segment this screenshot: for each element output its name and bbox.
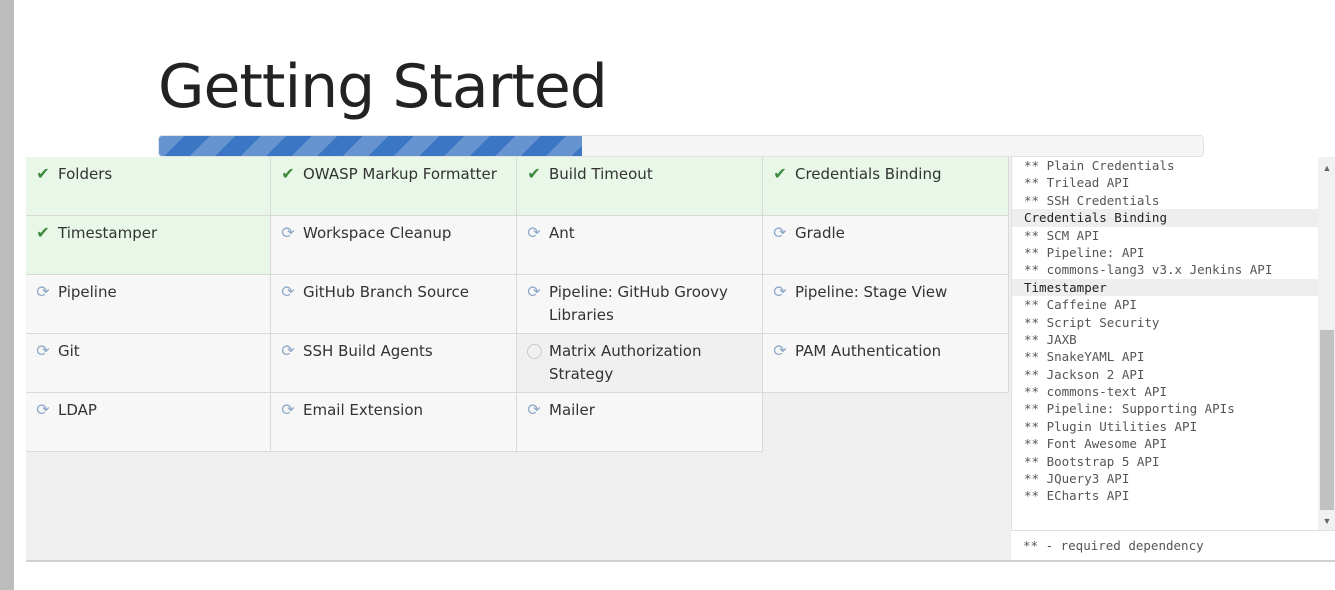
refresh-icon: ⟳ (281, 341, 295, 360)
page-title: Getting Started (158, 52, 608, 122)
plugin-item: ⟳ Mailer (517, 393, 763, 452)
plugin-item: ⟳ Workspace Cleanup (271, 216, 517, 275)
plugin-item: ⟳ Pipeline (26, 275, 271, 334)
dependency-log-scrollbar[interactable]: ▲ ▼ (1318, 157, 1335, 530)
plugin-item: ⟳ Pipeline: Stage View (763, 275, 1009, 334)
plugin-grid: ✔ Folders ✔ OWASP Markup Formatter ✔ Build Ti… (26, 157, 1009, 452)
refresh-icon: ⟳ (773, 282, 787, 301)
dependency-log-line: ** Pipeline: API (1024, 244, 1145, 260)
refresh-icon: ⟳ (281, 400, 295, 419)
plugin-label: Pipeline: GitHub Groovy Libraries (549, 283, 728, 324)
pending-circle-icon (525, 340, 543, 362)
plugin-item: ⟳ Pipeline: GitHub Groovy Libraries (517, 275, 763, 334)
plugin-item: ✔ OWASP Markup Formatter (271, 157, 517, 216)
plugin-label: Pipeline: Stage View (795, 283, 948, 301)
plugin-label: Gradle (795, 224, 845, 242)
refresh-icon: ⟳ (527, 282, 541, 301)
plugin-item: ⟳ Gradle (763, 216, 1009, 275)
plugin-item: ✔ Credentials Binding (763, 157, 1009, 216)
plugin-label: Matrix Authorization Strategy (549, 342, 702, 383)
plugin-item: ⟳ Git (26, 334, 271, 393)
dependency-log[interactable]: ** Plain Credentials ** Trilead API ** SSH… (1011, 157, 1335, 530)
dependency-log-line: ** Bootstrap 5 API (1024, 453, 1160, 469)
plugin-item: ✔ Timestamper (26, 216, 271, 275)
dependency-log-line: ** commons-text API (1024, 384, 1167, 400)
plugin-item: ⟳ GitHub Branch Source (271, 275, 517, 334)
plugin-label: Git (58, 342, 80, 360)
plugin-label: SSH Build Agents (303, 342, 433, 360)
refresh-icon: ⟳ (527, 400, 541, 419)
left-window-edge (0, 0, 14, 590)
dependency-log-line: ** JQuery3 API (1024, 471, 1130, 487)
check-icon: ✔ (527, 164, 541, 183)
scroll-down-icon[interactable]: ▼ (1318, 516, 1335, 526)
plugin-label: GitHub Branch Source (303, 283, 469, 301)
plugin-install-panel: ✔ Folders ✔ OWASP Markup Formatter ✔ Build Ti… (26, 157, 1335, 562)
plugin-item: ⟳ Email Extension (271, 393, 517, 452)
check-icon: ✔ (36, 223, 50, 242)
plugin-item: ⟳ LDAP (26, 393, 271, 452)
refresh-icon: ⟳ (36, 400, 50, 419)
plugin-label: Credentials Binding (795, 165, 942, 183)
plugin-label: OWASP Markup Formatter (303, 165, 497, 183)
plugin-label: Timestamper (58, 224, 158, 242)
plugin-label: Build Timeout (549, 165, 653, 183)
dependency-log-lines: ** Plain Credentials ** Trilead API ** SSH… (1012, 157, 1318, 505)
plugin-item: ✔ Build Timeout (517, 157, 763, 216)
dependency-log-line: ** Pipeline: Supporting APIs (1024, 401, 1235, 417)
check-icon: ✔ (773, 164, 787, 183)
plugin-item: Matrix Authorization Strategy (517, 334, 763, 393)
plugin-label: Folders (58, 165, 113, 183)
install-progress-fill (159, 136, 582, 156)
dependency-log-heading: Credentials Binding (1012, 209, 1318, 227)
plugin-label: Workspace Cleanup (303, 224, 452, 242)
refresh-icon: ⟳ (773, 223, 787, 242)
install-progress-bar (158, 135, 1204, 157)
plugin-label: PAM Authentication (795, 342, 942, 360)
plugin-item: ⟳ PAM Authentication (763, 334, 1009, 393)
dependency-log-line: ** SSH Credentials (1024, 192, 1160, 208)
refresh-icon: ⟳ (527, 223, 541, 242)
plugin-item: ⟳ SSH Build Agents (271, 334, 517, 393)
plugin-label: Ant (549, 224, 575, 242)
check-icon: ✔ (36, 164, 50, 183)
plugin-label: Pipeline (58, 283, 117, 301)
plugin-item: ✔ Folders (26, 157, 271, 216)
dependency-log-line: ** SCM API (1024, 227, 1100, 243)
plugin-item: ⟳ Ant (517, 216, 763, 275)
plugin-label: LDAP (58, 401, 97, 419)
dependency-log-line: ** Plain Credentials (1024, 158, 1175, 173)
dependency-log-line: ** Trilead API (1024, 175, 1130, 191)
dependency-log-line: ** Caffeine API (1024, 297, 1137, 313)
dependency-log-line: ** JAXB (1024, 331, 1077, 347)
dependency-log-line: ** Plugin Utilities API (1024, 418, 1198, 434)
dependency-log-line: ** Script Security (1024, 314, 1160, 330)
dependency-log-line: ** SnakeYAML API (1024, 349, 1145, 365)
scroll-up-icon[interactable]: ▲ (1318, 163, 1335, 173)
plugin-label: Email Extension (303, 401, 424, 419)
dependency-log-line: ** commons-lang3 v3.x Jenkins API (1024, 262, 1273, 278)
dependency-log-heading: Timestamper (1012, 278, 1318, 297)
check-icon: ✔ (281, 164, 295, 183)
refresh-icon: ⟳ (36, 282, 50, 301)
refresh-icon: ⟳ (281, 282, 295, 301)
refresh-icon: ⟳ (36, 341, 50, 360)
dependency-footnote: ** - required dependency (1011, 530, 1335, 560)
scrollbar-thumb[interactable] (1320, 330, 1334, 510)
refresh-icon: ⟳ (281, 223, 295, 242)
dependency-log-line: ** Font Awesome API (1024, 436, 1167, 452)
dependency-log-line: ** ECharts API (1024, 488, 1130, 504)
plugin-label: Mailer (549, 401, 595, 419)
refresh-icon: ⟳ (773, 341, 787, 360)
dependency-log-line: ** Jackson 2 API (1024, 366, 1145, 382)
